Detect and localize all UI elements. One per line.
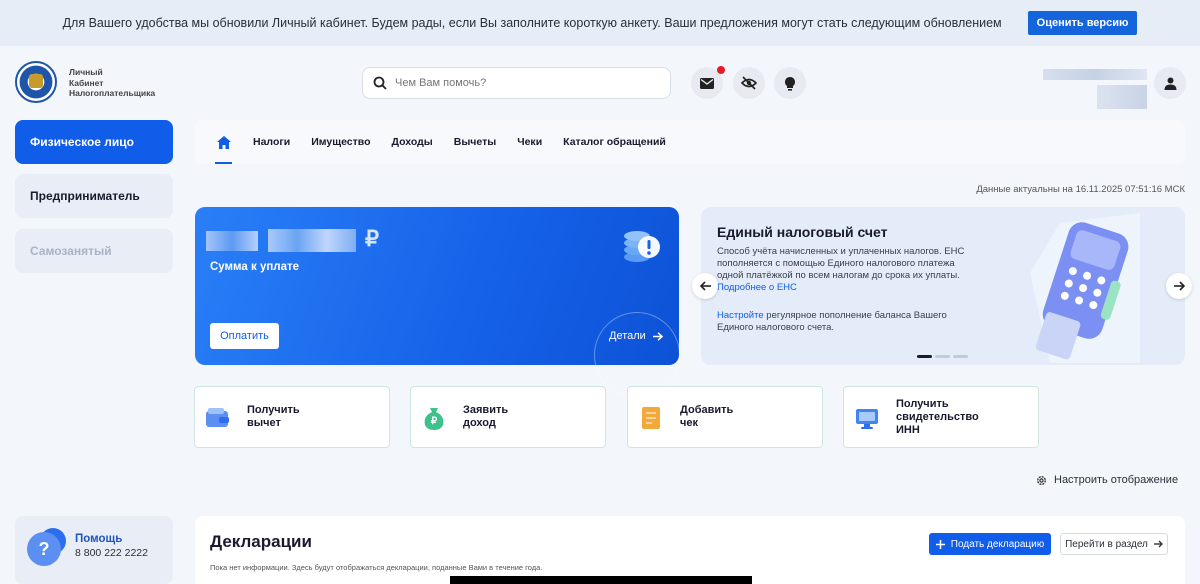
carousel-dot[interactable] [935, 355, 950, 358]
sidebar-item-individual[interactable]: Физическое лицо [15, 120, 173, 164]
amount-blurred-part1 [206, 231, 258, 251]
carousel-dot-active[interactable] [917, 355, 932, 358]
ens-setup-text: Настройте регулярное пополнение баланса … [717, 310, 947, 333]
help-title[interactable]: Помощь [75, 533, 122, 545]
lightbulb-icon [785, 76, 795, 91]
action-add-receipt[interactable]: Добавить чек [627, 386, 823, 448]
arrow-left-icon [699, 281, 711, 291]
action-declare-income[interactable]: ₽ Заявить доход [410, 386, 606, 448]
banner-text: Для Вашего удобства мы обновили Личный к… [62, 16, 1002, 30]
search-box[interactable] [362, 67, 671, 99]
ens-description: Способ учёта начисленных и уплаченных на… [717, 246, 965, 293]
redaction-bar [450, 576, 752, 584]
payment-terminal-illustration [1030, 213, 1140, 363]
help-phone[interactable]: 8 800 222 2222 [75, 547, 148, 559]
plus-icon [935, 539, 945, 549]
tips-button[interactable] [774, 67, 806, 99]
goto-declarations-button[interactable]: Перейти в раздел [1060, 533, 1168, 555]
payment-details-link[interactable]: Детали [609, 330, 663, 342]
arrow-right-icon [652, 331, 663, 341]
pay-button[interactable]: Оплатить [210, 323, 279, 349]
hide-amounts-button[interactable] [733, 67, 765, 99]
ens-more-link[interactable]: Подробнее о ЕНС [717, 282, 797, 293]
nav-requests-catalog[interactable]: Каталог обращений [563, 136, 666, 148]
user-icon [1164, 77, 1176, 90]
nav-taxes[interactable]: Налоги [253, 136, 290, 148]
action-get-deduction[interactable]: Получить вычет [194, 386, 390, 448]
fns-logo[interactable] [15, 61, 57, 103]
rate-version-button[interactable]: Оценить версию [1027, 11, 1138, 35]
nav-deductions[interactable]: Вычеты [454, 136, 496, 148]
data-updated-timestamp: Данные актуальны на 16.11.2025 07:51:16 … [976, 184, 1185, 195]
update-banner: Для Вашего удобства мы обновили Личный к… [0, 0, 1200, 46]
home-icon [216, 135, 231, 149]
profile-button[interactable] [1154, 67, 1186, 99]
certificate-monitor-icon [856, 409, 878, 429]
gear-icon [1037, 475, 1046, 485]
arrow-right-icon [1153, 540, 1163, 548]
messages-button[interactable] [691, 66, 725, 99]
receipt-icon [642, 407, 660, 429]
nav-income[interactable]: Доходы [392, 136, 433, 148]
currency-symbol: ₽ [365, 226, 379, 251]
ens-title: Единый налоговый счет [717, 224, 888, 240]
arrow-right-icon [1173, 281, 1185, 291]
main-nav: Налоги Имущество Доходы Вычеты Чеки Ката… [195, 120, 1185, 164]
customize-display-button[interactable]: Настроить отображение [1036, 474, 1178, 486]
user-name-blurred [1043, 69, 1147, 80]
nav-property[interactable]: Имущество [311, 136, 370, 148]
wallet-icon [206, 408, 229, 427]
eye-off-icon [741, 76, 757, 90]
sidebar-item-self-employed[interactable]: Самозанятый [15, 229, 173, 273]
search-icon [373, 76, 387, 90]
sidebar-item-entrepreneur[interactable]: Предприниматель [15, 174, 173, 218]
declarations-empty-note: Пока нет информации. Здесь будут отображ… [210, 563, 543, 572]
action-get-inn-certificate[interactable]: Получить свидетельство ИНН [843, 386, 1039, 448]
notification-dot [717, 66, 725, 74]
header: Личный Кабинет Налогоплательщика [0, 46, 1200, 120]
search-input[interactable] [395, 77, 645, 89]
coins-alert-icon [624, 231, 660, 262]
carousel-prev-button[interactable] [692, 273, 718, 299]
declarations-title: Декларации [210, 532, 312, 551]
submit-declaration-button[interactable]: Подать декларацию [929, 533, 1051, 555]
svg-text:₽: ₽ [431, 416, 438, 427]
carousel-next-button[interactable] [1166, 273, 1192, 299]
amount-blurred-part2 [268, 229, 356, 252]
ens-setup-link[interactable]: Настройте [717, 310, 764, 321]
mail-icon [700, 77, 714, 89]
user-inn-blurred [1097, 85, 1147, 109]
question-icon: ? [27, 532, 61, 566]
amount-due-label: Сумма к уплате [210, 261, 300, 273]
nav-home[interactable] [215, 120, 232, 164]
carousel-dot[interactable] [953, 355, 968, 358]
nav-receipts[interactable]: Чеки [517, 136, 542, 148]
money-bag-icon: ₽ [424, 408, 444, 430]
logo-caption: Личный Кабинет Налогоплательщика [69, 67, 156, 98]
